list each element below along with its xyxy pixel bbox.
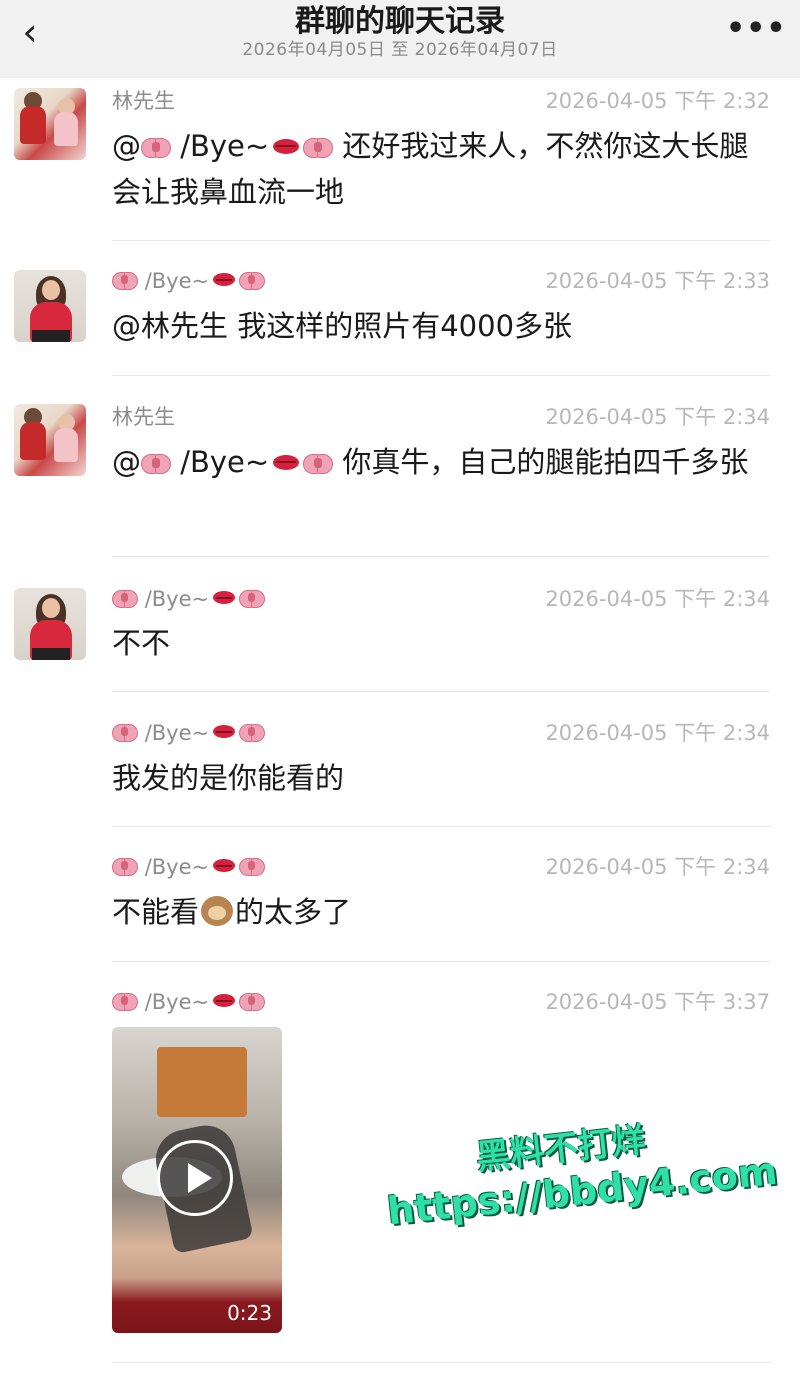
kiss-mark-emoji (273, 455, 300, 470)
watermark: 黑料不打烊 https://bbdy4.com (380, 1098, 790, 1259)
kiss-mark-emoji (213, 859, 236, 872)
kiss-mark-emoji (213, 591, 236, 604)
video-thumbnail[interactable]: 0:23 (112, 1027, 282, 1333)
bow-emoji (112, 269, 138, 291)
kiss-mark-emoji (213, 273, 236, 286)
avatar[interactable] (14, 588, 86, 660)
bow-emoji (239, 587, 266, 609)
sender-name: /Bye~ (112, 989, 266, 1015)
mention-name: /Bye~ (180, 445, 270, 479)
divider (112, 556, 770, 557)
avatar[interactable] (14, 88, 86, 160)
divider (112, 826, 770, 827)
divider (112, 691, 770, 692)
divider (112, 961, 770, 962)
header-bar: ‹ 群聊的聊天记录 2026年04月05日 至 2026年04月07日 ••• (0, 0, 800, 78)
message-time: 2026-04-05 下午 2:34 (545, 405, 770, 429)
message-text: @ /Bye~ 还好我过来人，不然你这大长腿会让我鼻血流一地 (112, 129, 749, 209)
video-duration: 0:23 (227, 1301, 272, 1325)
sender-name: /Bye~ (112, 854, 266, 880)
sender-name: /Bye~ (112, 586, 266, 612)
kiss-mark-emoji (213, 994, 236, 1007)
more-icon[interactable]: ••• (726, 14, 786, 50)
sender-name: 林先生 (112, 405, 175, 429)
message-time: 2026-04-05 下午 2:32 (545, 89, 770, 113)
bow-emoji (303, 135, 334, 159)
message-text: 不能看 的太多了 (112, 895, 352, 929)
bow-emoji (112, 990, 138, 1012)
avatar[interactable] (14, 404, 86, 476)
sender-name: /Bye~ (112, 268, 266, 294)
message-time: 2026-04-05 下午 2:33 (545, 269, 770, 293)
page-title: 群聊的聊天记录 (295, 4, 505, 39)
sender-name: 林先生 (112, 89, 175, 113)
message-text: 不不 (112, 626, 171, 660)
message-text: 我发的是你能看的 (112, 761, 345, 795)
bow-emoji (239, 269, 266, 291)
message-time: 2026-04-05 下午 2:34 (545, 855, 770, 879)
bow-emoji (303, 451, 334, 475)
date-range: 2026年04月05日 至 2026年04月07日 (242, 40, 558, 60)
bow-emoji (239, 990, 266, 1012)
message-time: 2026-04-05 下午 2:34 (545, 587, 770, 611)
message-text: @林先生 我这样的照片有4000多张 (112, 309, 573, 343)
message-time: 2026-04-05 下午 3:37 (545, 990, 770, 1014)
bow-emoji (239, 855, 266, 877)
kiss-mark-emoji (213, 725, 236, 738)
bow-emoji (112, 587, 138, 609)
bow-emoji (239, 721, 266, 743)
see-no-evil-monkey-emoji (201, 896, 234, 926)
play-icon[interactable] (157, 1140, 233, 1216)
message-text: @ /Bye~ 你真牛，自己的腿能拍四千多张 (112, 445, 749, 479)
sender-name: /Bye~ (112, 720, 266, 746)
message-time: 2026-04-05 下午 2:34 (545, 721, 770, 745)
bow-emoji (112, 721, 138, 743)
bow-emoji (141, 451, 171, 475)
divider (112, 375, 770, 376)
divider (112, 240, 770, 241)
avatar[interactable] (14, 270, 86, 342)
bow-emoji (112, 855, 138, 877)
divider (112, 1362, 770, 1363)
mention-name: /Bye~ (180, 129, 270, 163)
bow-emoji (141, 135, 171, 159)
kiss-mark-emoji (273, 139, 300, 154)
